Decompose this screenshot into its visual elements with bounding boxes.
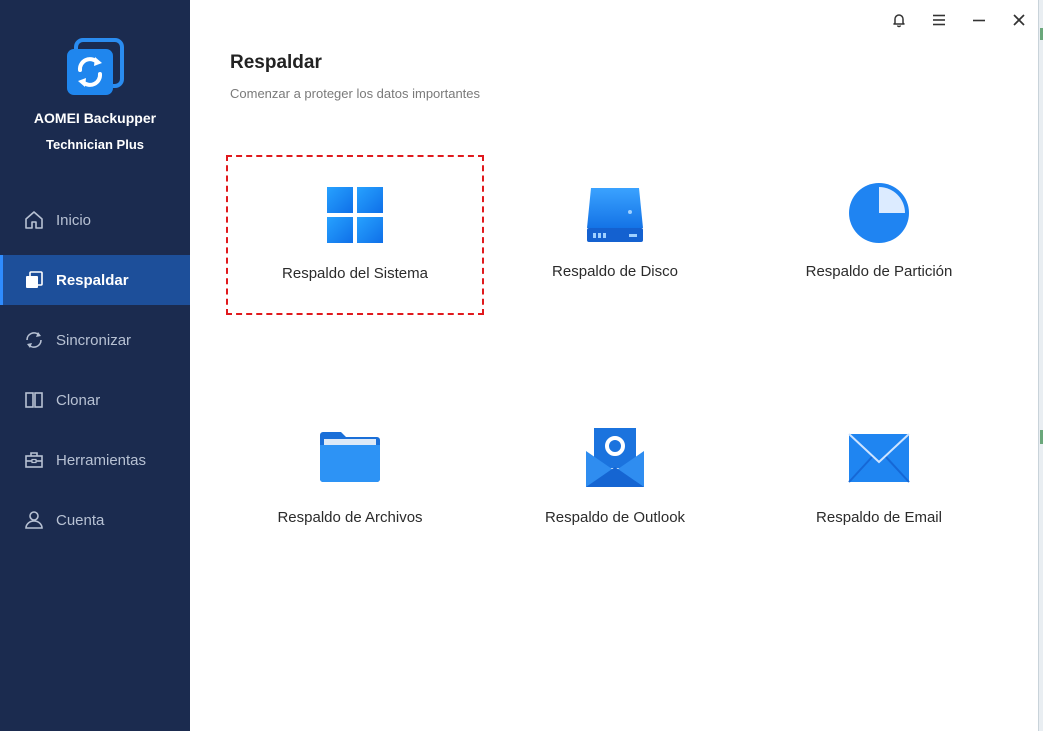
sidebar-item-herramientas[interactable]: Herramientas	[0, 435, 190, 485]
email-icon	[750, 433, 1008, 483]
sidebar: AOMEI Backupper Technician Plus Inicio R…	[0, 0, 190, 731]
close-icon[interactable]	[1007, 8, 1031, 32]
tile-label: Respaldo de Outlook	[544, 509, 686, 526]
tile-label: Respaldo del Sistema	[282, 265, 428, 282]
app-window: AOMEI Backupper Technician Plus Inicio R…	[0, 0, 1043, 731]
minimize-icon[interactable]	[967, 8, 991, 32]
page-subtitle: Comenzar a proteger los datos importante…	[230, 86, 481, 101]
windows-icon	[228, 186, 482, 244]
sidebar-item-clonar[interactable]: Clonar	[0, 375, 190, 425]
user-icon	[24, 510, 44, 530]
sidebar-item-label: Inicio	[56, 211, 92, 229]
sidebar-item-inicio[interactable]: Inicio	[0, 195, 190, 245]
sidebar-item-sincronizar[interactable]: Sincronizar	[0, 315, 190, 365]
sidebar-item-respaldar[interactable]: Respaldar	[0, 255, 190, 305]
sidebar-item-label: Sincronizar	[56, 331, 132, 349]
tile-label: Respaldo de Partición	[805, 263, 953, 280]
notification-bell-icon[interactable]	[887, 8, 911, 32]
sidebar-item-label: Cuenta	[56, 511, 105, 529]
page-title: Respaldar	[230, 52, 322, 73]
sidebar-item-label: Clonar	[56, 391, 101, 409]
sync-arrows-icon	[64, 38, 126, 100]
email-backup-tile[interactable]: Respaldo de Email	[750, 400, 1008, 560]
backup-icon	[24, 270, 44, 290]
sync-icon	[24, 330, 44, 350]
menu-icon[interactable]	[927, 8, 951, 32]
outlook-backup-tile[interactable]: Respaldo de Outlook	[486, 400, 744, 560]
background-window-edge	[1038, 0, 1043, 731]
sidebar-item-cuenta[interactable]: Cuenta	[0, 495, 190, 545]
partition-backup-tile[interactable]: Respaldo de Partición	[750, 155, 1008, 315]
disk-icon	[486, 184, 744, 244]
disk-backup-tile[interactable]: Respaldo de Disco	[486, 155, 744, 315]
tile-label: Respaldo de Email	[816, 509, 942, 526]
clone-icon	[24, 390, 44, 410]
sidebar-item-label: Respaldar	[56, 271, 129, 289]
app-name: AOMEI Backupper	[33, 110, 157, 126]
folder-icon	[221, 429, 479, 485]
partition-pie-icon	[750, 182, 1008, 244]
app-edition: Technician Plus	[45, 137, 144, 152]
file-backup-tile[interactable]: Respaldo de Archivos	[221, 400, 479, 560]
tile-label: Respaldo de Archivos	[277, 509, 423, 526]
home-icon	[24, 210, 44, 230]
toolbox-icon	[24, 450, 44, 470]
system-backup-tile[interactable]: Respaldo del Sistema	[226, 155, 484, 315]
tile-label: Respaldo de Disco	[552, 263, 678, 280]
outlook-icon	[486, 427, 744, 489]
sidebar-item-label: Herramientas	[56, 451, 147, 469]
